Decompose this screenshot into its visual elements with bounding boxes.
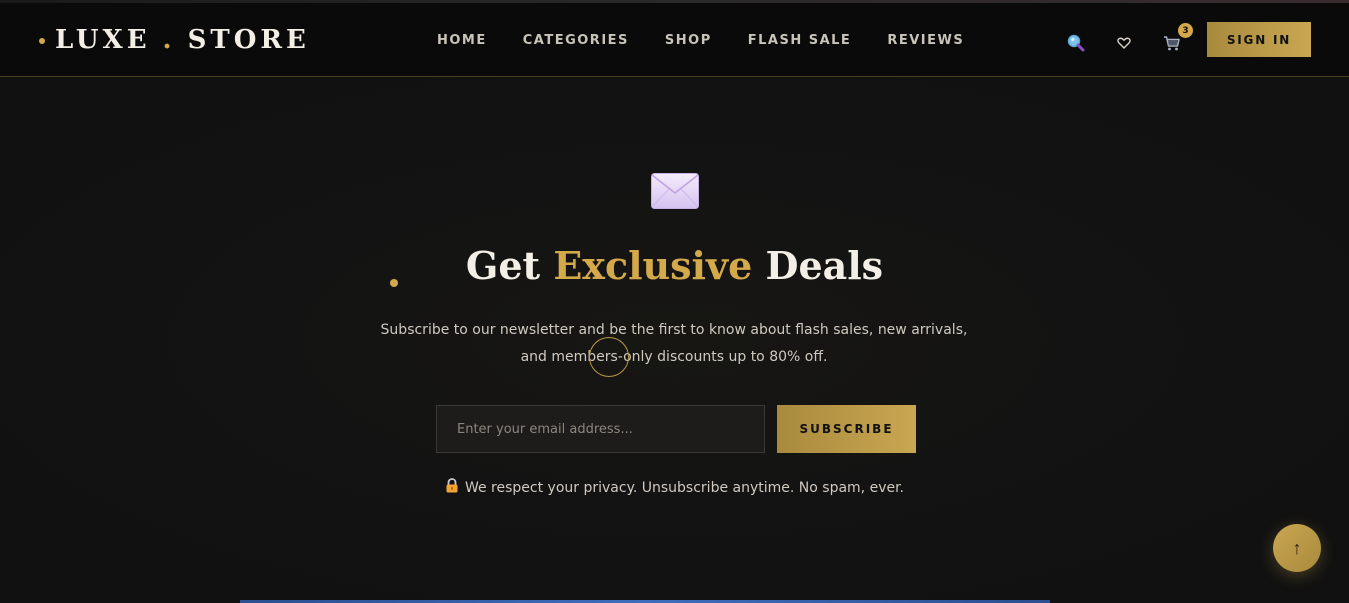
main-nav: HOME CATEGORIES SHOP FLASH SALE REVIEWS (437, 33, 964, 48)
nav-categories[interactable]: CATEGORIES (523, 33, 629, 48)
cart-count-badge: 3 (1178, 23, 1193, 38)
brand-name-left: LUXE (55, 25, 151, 55)
heading-word-deals: Deals (765, 243, 884, 288)
scroll-to-top-button[interactable]: ↑ (1273, 524, 1321, 572)
header-icons: 3 (1064, 23, 1193, 55)
brand-logo[interactable]: LUXE . STORE (39, 25, 310, 55)
heart-icon[interactable] (1112, 31, 1136, 55)
nav-home[interactable]: HOME (437, 33, 487, 48)
cursor-ring (589, 337, 629, 377)
brand-name-right: STORE (187, 25, 310, 55)
sign-in-button[interactable]: SIGN IN (1207, 22, 1311, 57)
envelope-icon (651, 173, 699, 209)
nav-shop[interactable]: SHOP (665, 33, 712, 48)
newsletter-heading: Get Exclusive Deals (0, 243, 1349, 288)
lock-icon (445, 478, 459, 497)
newsletter-subtitle: Subscribe to our newsletter and be the f… (380, 322, 968, 365)
cart-icon[interactable]: 3 (1160, 23, 1193, 55)
subscribe-button[interactable]: SUBSCRIBE (777, 405, 916, 453)
nav-reviews[interactable]: REVIEWS (887, 33, 964, 48)
nav-flash-sale[interactable]: FLASH SALE (748, 33, 852, 48)
privacy-note: We respect your privacy. Unsubscribe any… (0, 478, 1349, 497)
heading-word-get: Get (465, 243, 541, 288)
search-icon[interactable] (1064, 31, 1088, 55)
brand-dot (39, 38, 45, 44)
brand-separator: . (162, 25, 176, 55)
privacy-text: We respect your privacy. Unsubscribe any… (464, 479, 905, 496)
heading-word-exclusive: Exclusive (553, 243, 753, 288)
email-input[interactable] (436, 405, 765, 453)
site-header: LUXE . STORE HOME CATEGORIES SHOP FLASH … (0, 3, 1349, 77)
